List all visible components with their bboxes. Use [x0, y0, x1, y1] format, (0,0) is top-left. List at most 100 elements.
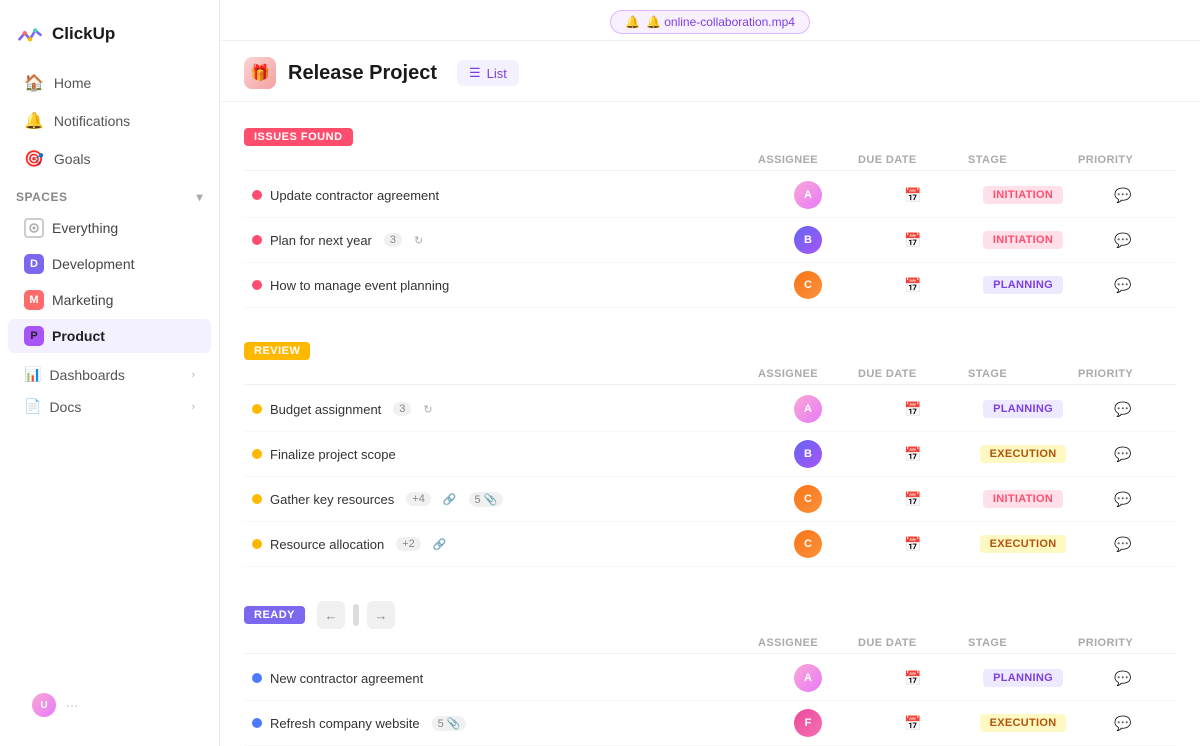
toolbar-btn-2[interactable] [353, 604, 359, 626]
priority-icon: 💬 [1114, 715, 1131, 732]
task-name: Refresh company website [270, 716, 420, 731]
stage-badge: EXECUTION [980, 714, 1067, 732]
issues-header-row: ISSUES FOUND [244, 118, 1176, 150]
calendar-icon: 📅 [904, 491, 921, 508]
list-view-tab[interactable]: ☰ List [457, 60, 519, 86]
col-headers-review: ASSIGNEE DUE DATE STAGE PRIORITY [244, 364, 1176, 385]
app-name: ClickUp [52, 24, 115, 44]
sidebar-item-marketing[interactable]: M Marketing [8, 283, 211, 317]
nav-goals-label: Goals [54, 151, 91, 167]
sidebar-item-product[interactable]: P Product [8, 319, 211, 353]
page-header: 🎁 Release Project ☰ List [220, 41, 1200, 102]
table-row[interactable]: Refresh company website 5 📎 F 📅 EXECUTIO… [244, 701, 1176, 746]
task-dot [252, 673, 262, 683]
review-label: REVIEW [244, 342, 310, 360]
task-dot [252, 190, 262, 200]
docs-icon: 📄 [24, 398, 41, 415]
priority-icon: 💬 [1114, 187, 1131, 204]
project-icon: 🎁 [244, 57, 276, 89]
section-ready: READY ← → ASSIGNEE DUE DATE STAGE PRIORI… [244, 591, 1176, 746]
nav-notifications[interactable]: 🔔 Notifications [8, 103, 211, 139]
spaces-section-header: Spaces ▾ [0, 178, 219, 210]
table-row[interactable]: New contractor agreement A 📅 PLANNING 💬 [244, 656, 1176, 701]
calendar-icon: 📅 [904, 277, 921, 294]
col-headers-issues: ASSIGNEE DUE DATE STAGE PRIORITY [244, 150, 1176, 171]
calendar-icon: 📅 [904, 536, 921, 553]
table-row[interactable]: Resource allocation +2 🔗 C 📅 EXECUTION 💬 [244, 522, 1176, 567]
task-dot [252, 718, 262, 728]
sidebar-item-dashboards[interactable]: 📊 Dashboards › [8, 359, 211, 390]
everything-dot [24, 218, 44, 238]
table-row[interactable]: Gather key resources +4 🔗 5 📎 C 📅 INITIA… [244, 477, 1176, 522]
toolbar-btn-1[interactable]: ← [317, 601, 345, 629]
sidebar-item-docs[interactable]: 📄 Docs › [8, 391, 211, 422]
priority-icon: 💬 [1114, 536, 1131, 553]
table-row[interactable]: Finalize project scope B 📅 EXECUTION 💬 [244, 432, 1176, 477]
task-refresh-icon: ↻ [414, 234, 423, 247]
table-row[interactable]: Budget assignment 3 ↻ A 📅 PLANNING 💬 [244, 387, 1176, 432]
task-dot [252, 235, 262, 245]
priority-icon: 💬 [1114, 446, 1131, 463]
col-priority-ready: PRIORITY [1078, 637, 1168, 649]
stage-badge: INITIATION [983, 186, 1063, 204]
task-name: Finalize project scope [270, 447, 396, 462]
home-icon: 🏠 [24, 73, 44, 93]
product-dot: P [24, 326, 44, 346]
avatar: C [794, 271, 822, 299]
user-avatar: U [32, 693, 56, 717]
chevron-down-icon: ▾ [196, 190, 203, 204]
task-name: Gather key resources [270, 492, 394, 507]
notification-banner[interactable]: 🔔 🔔 online-collaboration.mp4 [610, 10, 810, 34]
task-name: Resource allocation [270, 537, 384, 552]
table-row[interactable]: Update contractor agreement A 📅 INITIATI… [244, 173, 1176, 218]
calendar-icon: 📅 [904, 401, 921, 418]
calendar-icon: 📅 [904, 446, 921, 463]
avatar: B [794, 226, 822, 254]
task-count-badge: 3 [393, 402, 411, 416]
nav-goals[interactable]: 🎯 Goals [8, 141, 211, 177]
sidebar-item-everything[interactable]: Everything [8, 211, 211, 245]
calendar-icon: 📅 [904, 187, 921, 204]
col-priority-issues: PRIORITY [1078, 154, 1168, 166]
table-row[interactable]: How to manage event planning C 📅 PLANNIN… [244, 263, 1176, 308]
priority-icon: 💬 [1114, 670, 1131, 687]
task-attach-badge: 5 📎 [432, 716, 467, 731]
col-duedate-review: DUE DATE [858, 368, 968, 380]
nav-home[interactable]: 🏠 Home [8, 65, 211, 101]
bell-icon: 🔔 [24, 111, 44, 131]
ready-header-row: READY ← → [244, 591, 1176, 633]
col-assignee-ready: ASSIGNEE [758, 637, 858, 649]
issues-label: ISSUES FOUND [244, 128, 353, 146]
col-duedate-issues: DUE DATE [858, 154, 968, 166]
nav-home-label: Home [54, 75, 91, 91]
toolbar-btn-3[interactable]: → [367, 601, 395, 629]
task-dot [252, 404, 262, 414]
table-row[interactable]: Plan for next year 3 ↻ B 📅 INITIATION 💬 [244, 218, 1176, 263]
user-avatar-item[interactable]: U ··· [16, 685, 203, 725]
sidebar: ClickUp 🏠 Home 🔔 Notifications 🎯 Goals S… [0, 0, 220, 746]
task-name: Update contractor agreement [270, 188, 439, 203]
task-name: Plan for next year [270, 233, 372, 248]
stage-badge: INITIATION [983, 490, 1063, 508]
sidebar-item-development[interactable]: D Development [8, 247, 211, 281]
task-dot [252, 539, 262, 549]
dashboards-icon: 📊 [24, 366, 41, 383]
list-view-label: List [487, 66, 507, 81]
avatar: F [794, 709, 822, 737]
sidebar-footer: U ··· [0, 676, 219, 734]
top-notification-bar: 🔔 🔔 online-collaboration.mp4 [220, 0, 1200, 41]
chevron-right-icon-docs: › [191, 401, 195, 413]
col-duedate-ready: DUE DATE [858, 637, 968, 649]
goals-icon: 🎯 [24, 149, 44, 169]
list-icon: ☰ [469, 65, 481, 81]
col-assignee-issues: ASSIGNEE [758, 154, 858, 166]
stage-badge: EXECUTION [980, 535, 1067, 553]
logo: ClickUp [0, 12, 219, 64]
priority-icon: 💬 [1114, 232, 1131, 249]
stage-badge: PLANNING [983, 276, 1063, 294]
task-dot [252, 494, 262, 504]
col-assignee-review: ASSIGNEE [758, 368, 858, 380]
col-headers-ready: ASSIGNEE DUE DATE STAGE PRIORITY [244, 633, 1176, 654]
calendar-icon: 📅 [904, 232, 921, 249]
nav-notifications-label: Notifications [54, 113, 130, 129]
